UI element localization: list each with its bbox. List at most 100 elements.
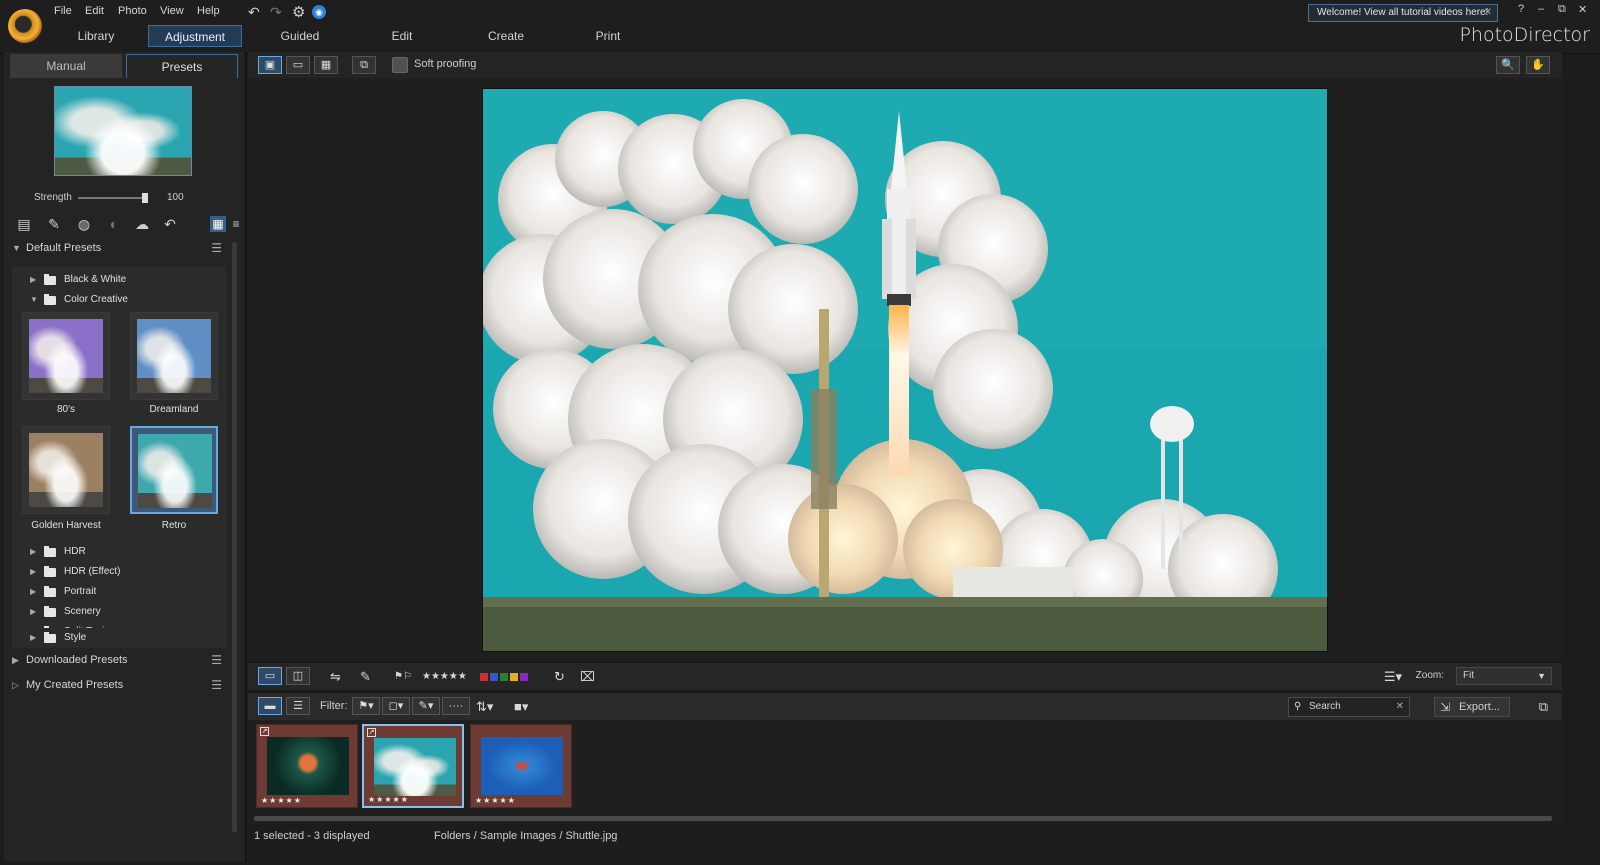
stack-icon[interactable]: ■▾ (514, 698, 528, 716)
section-menu-icon[interactable]: ☰ (211, 650, 222, 670)
zoom-dropdown[interactable]: Fit ▼ (1456, 667, 1552, 685)
single-view-button[interactable]: ▣ (258, 56, 282, 74)
color-label-green[interactable] (500, 673, 508, 681)
preset-dreamland[interactable] (130, 312, 218, 400)
section-default-presets[interactable]: ▼ Default Presets ☰ (12, 238, 224, 258)
color-label-red[interactable] (480, 673, 488, 681)
preset-80s[interactable] (22, 312, 110, 400)
section-menu-icon[interactable]: ☰ (211, 675, 222, 695)
download-preset-icon[interactable]: ◐ (104, 215, 124, 233)
import-preset-icon[interactable]: ▤ (14, 215, 34, 233)
tab-manual[interactable]: Manual (10, 54, 122, 78)
tab-guided[interactable]: Guided (262, 25, 338, 47)
folder-label: Scenery (64, 606, 101, 617)
folder-icon (44, 632, 56, 643)
soft-proofing-checkbox[interactable] (392, 57, 408, 73)
filter-flag-dropdown[interactable]: ⚑▾ (352, 697, 380, 715)
tab-adjustment[interactable]: Adjustment (148, 25, 242, 47)
dual-photo-button[interactable]: ◫ (286, 667, 310, 685)
create-preset-icon[interactable]: ✎ (44, 215, 64, 233)
restore-button[interactable]: ⧉ (1558, 3, 1566, 16)
menu-edit[interactable]: Edit (85, 5, 104, 17)
close-icon[interactable]: ✕ (1484, 5, 1492, 21)
minimize-button[interactable]: – (1538, 3, 1544, 15)
section-menu-icon[interactable]: ☰ (211, 238, 222, 258)
folder-label: Style (64, 632, 87, 643)
single-photo-button[interactable]: ▭ (258, 667, 282, 685)
close-window-button[interactable]: ✕ (1578, 3, 1587, 16)
welcome-banner[interactable]: Welcome! View all tutorial videos here! … (1308, 4, 1498, 22)
tab-edit[interactable]: Edit (366, 25, 438, 47)
strength-slider-thumb[interactable] (142, 193, 148, 203)
color-label-blue[interactable] (490, 673, 498, 681)
color-label-yellow[interactable] (510, 673, 518, 681)
folder-scenery[interactable]: ▶ Scenery (12, 602, 226, 622)
main-photo[interactable] (482, 88, 1328, 652)
left-panel-scrollbar[interactable] (232, 242, 237, 832)
sort-icon[interactable]: ☰▾ (1384, 668, 1402, 686)
folder-black-white[interactable]: ▶ Black & White (12, 270, 226, 290)
menu-photo[interactable]: Photo (118, 5, 147, 17)
help-button[interactable]: ? (1518, 3, 1524, 15)
export-button[interactable]: ⇲ Export... (1434, 697, 1510, 717)
film-item-skater[interactable]: ★★★★★ (470, 724, 572, 808)
sort-order-icon[interactable]: ⇅▾ (476, 698, 493, 716)
menu-help[interactable]: Help (197, 5, 220, 17)
welcome-text[interactable]: Welcome! View all tutorial videos here! (1317, 7, 1488, 18)
notification-icon[interactable]: ◉ (312, 5, 326, 19)
color-label-purple[interactable] (520, 673, 528, 681)
zoom-value: Fit (1463, 670, 1475, 681)
popout-icon[interactable]: ⧉ (1539, 698, 1548, 716)
star-rating[interactable]: ★★★★★ (422, 668, 467, 686)
tab-presets[interactable]: Presets (126, 54, 238, 78)
before-after-icon[interactable]: ⧉ (352, 56, 376, 74)
edit-metadata-icon[interactable]: ✎ (360, 668, 371, 686)
section-downloaded-presets[interactable]: ▶ Downloaded Presets ☰ (12, 650, 224, 670)
folder-style[interactable]: ▶ Style (12, 628, 226, 648)
filter-more-dropdown[interactable]: ···· (442, 697, 470, 715)
compare-view-button[interactable]: ▭ (286, 56, 310, 74)
list-view-button[interactable]: ≡ (228, 216, 244, 232)
tab-create[interactable]: Create (470, 25, 542, 47)
strength-slider[interactable] (78, 197, 148, 199)
zoom-tool-icon[interactable]: 🔍 (1496, 56, 1520, 74)
hand-tool-icon[interactable]: ✋ (1526, 56, 1550, 74)
collapsed-arrow-icon: ▶ (30, 547, 37, 556)
filmstrip-scrollbar[interactable] (254, 816, 1552, 821)
folder-portrait[interactable]: ▶ Portrait (12, 582, 226, 602)
share-preset-icon[interactable]: ◍ (74, 215, 94, 233)
gear-icon[interactable]: ⚙ (292, 3, 305, 21)
filmstrip-view-button[interactable]: ▬ (258, 697, 282, 715)
clear-search-icon[interactable]: ✕ (1396, 698, 1404, 716)
film-item-flower[interactable]: ↗ ★★★★★ (256, 724, 358, 808)
folder-label: HDR (Effect) (64, 566, 121, 577)
folder-hdr[interactable]: ▶ HDR (12, 542, 226, 562)
folder-label: HDR (64, 546, 86, 557)
flag-icon[interactable]: ⚑⚐ (394, 668, 412, 686)
filter-color-dropdown[interactable]: ◻▾ (382, 697, 410, 715)
redo-icon[interactable]: ↷ (270, 4, 282, 21)
menu-file[interactable]: File (54, 5, 72, 17)
menu-view[interactable]: View (160, 5, 184, 17)
crop-icon[interactable]: ⌧ (580, 668, 595, 686)
rotate-icon[interactable]: ↻ (554, 668, 565, 686)
film-item-shuttle[interactable]: ↗ ★★★★★ (362, 724, 464, 808)
section-my-created-presets[interactable]: ▷ My Created Presets ☰ (12, 675, 224, 695)
undo-icon[interactable]: ↶ (248, 4, 260, 21)
folder-color-creative[interactable]: ▼ Color Creative (12, 290, 226, 310)
cloud-icon[interactable]: ☁ (132, 215, 152, 233)
reset-icon[interactable]: ↶ (160, 215, 180, 233)
folder-icon (44, 274, 56, 285)
tab-print[interactable]: Print (572, 25, 644, 47)
rotate-compare-icon[interactable]: ⇋ (330, 668, 341, 686)
search-input[interactable]: ⚲ Search ✕ (1288, 697, 1410, 717)
filter-edit-dropdown[interactable]: ✎▾ (412, 697, 440, 715)
tab-library[interactable]: Library (60, 25, 132, 47)
folder-hdr-effect[interactable]: ▶ HDR (Effect) (12, 562, 226, 582)
list-view-button[interactable]: ☰ (286, 697, 310, 715)
preset-golden-harvest[interactable] (22, 426, 110, 514)
grid-view-button[interactable]: ▦ (210, 216, 226, 232)
grid-view-button[interactable]: ▦ (314, 56, 338, 74)
preset-retro[interactable] (130, 426, 218, 514)
filmstrip: ↗ ★★★★★ ↗ ★★★★★ ★★★★★ (248, 720, 1562, 824)
